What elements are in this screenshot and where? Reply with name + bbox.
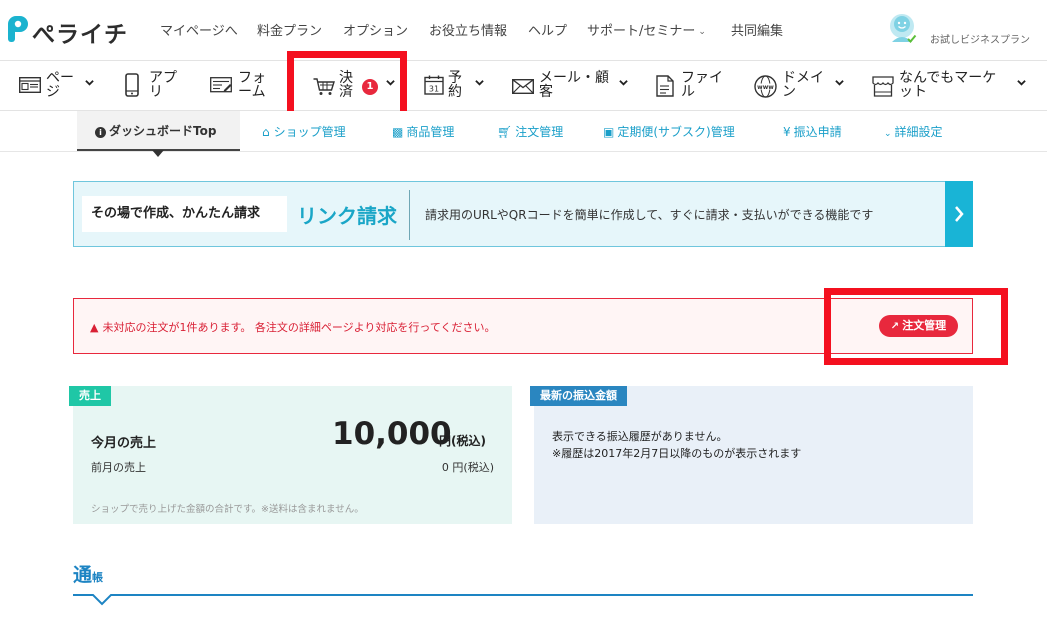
this-month-sales-unit: 円(税込) <box>439 434 486 448</box>
file-icon <box>656 75 674 97</box>
nav-app[interactable]: アプリ <box>110 61 200 111</box>
subnav-dashboard-top[interactable]: i ダッシュボードTop <box>77 111 240 151</box>
nav-file-label: ファイル <box>681 70 723 100</box>
subnav-transfer[interactable]: ¥ 振込申請 <box>783 123 842 140</box>
passbook-underline <box>73 594 973 596</box>
chevron-down-icon <box>475 80 484 86</box>
globe-icon: www <box>754 75 777 98</box>
nav-form[interactable]: フォーム <box>200 61 295 111</box>
nav-app-label: アプリ <box>149 70 177 100</box>
banner-lead: その場で作成、かんたん請求 <box>82 196 287 232</box>
heading-notch <box>92 594 112 606</box>
nav-domain[interactable]: www ドメイン <box>738 61 858 111</box>
mail-icon <box>512 79 534 94</box>
subnav-orders-label: 注文管理 <box>515 125 564 139</box>
avatar[interactable] <box>886 12 918 44</box>
globe-text: www <box>757 84 774 91</box>
chevron-down-icon: ⌄ <box>698 27 706 37</box>
nav-domain-label: ドメイン <box>782 70 824 100</box>
this-month-sales-value: 10,000 <box>332 416 452 452</box>
sales-note: ショップで売り上げた金額の合計です。※送料は含まれません。 <box>91 504 364 515</box>
nav-market-label: なんでもマーケット <box>899 70 997 100</box>
highlight-box-order-button <box>824 288 1008 365</box>
chevron-right-icon <box>955 206 964 222</box>
nav-mail-customer[interactable]: メール・顧客 <box>498 61 638 111</box>
chevron-down-icon: ⌄ <box>884 129 892 139</box>
sales-tag: 売上 <box>69 386 111 406</box>
logo-text[interactable]: ぺライチ <box>32 15 128 49</box>
sales-card: 売上 今月の売上 10,000 円(税込) 前月の売上 0 円(税込) ショップ… <box>69 386 512 524</box>
topnav-options[interactable]: オプション <box>343 20 408 39</box>
passbook-heading-small: 帳 <box>92 571 104 584</box>
top-header: ぺライチ マイページへ 料金プラン オプション お役立ち情報 ヘルプ サポート/… <box>0 0 1047 60</box>
banner-description: 請求用のURLやQRコードを簡単に作成して、すぐに請求・支払いができる機能です <box>425 208 874 222</box>
nav-reserve[interactable]: 31 予約 <box>410 61 498 111</box>
link-invoice-banner[interactable]: その場で作成、かんたん請求 リンク請求 請求用のURLやQRコードを簡単に作成し… <box>73 181 973 247</box>
this-month-sales-label: 今月の売上 <box>91 436 157 451</box>
subnav-shop[interactable]: ⌂ ショップ管理 <box>262 123 346 140</box>
alert-message: ▲ 未対応の注文が1件あります。 各注文の詳細ページより対応を行ってください。 <box>90 319 496 335</box>
last-month-sales-label: 前月の売上 <box>91 461 146 474</box>
nav-page-label: ページ <box>46 70 74 100</box>
subnav-dashboard-label: i ダッシュボードTop <box>95 122 216 139</box>
transfer-empty-message: 表示できる振込履歴がありません。 <box>552 430 728 443</box>
chevron-down-icon <box>835 80 844 86</box>
subnav-transfer-label: 振込申請 <box>793 125 842 139</box>
subnav-shop-label: ショップ管理 <box>273 125 346 139</box>
topnav-pricing[interactable]: 料金プラン <box>257 20 322 39</box>
passbook-heading-big: 通 <box>73 564 93 586</box>
topnav-coedit[interactable]: 共同編集 <box>731 20 783 39</box>
subnav-orders[interactable]: 🛒︎ 注文管理 <box>497 123 563 140</box>
yen-icon: ¥ <box>783 125 791 139</box>
main-nav: ページ アプリ フォーム 決済 1 31 予約 メール・顧客 ファイル www … <box>0 60 1047 111</box>
shop-icon <box>872 76 894 97</box>
banner-title: リンク請求 <box>297 204 397 228</box>
nav-page[interactable]: ページ <box>0 61 110 111</box>
smartphone-icon <box>125 73 139 97</box>
cart-icon: 🛒︎ <box>497 125 513 139</box>
form-icon <box>210 77 232 93</box>
chevron-down-icon <box>619 80 628 86</box>
active-tab-arrow <box>152 150 164 157</box>
boxes-icon: ▩ <box>392 125 404 139</box>
chevron-down-icon <box>85 80 94 86</box>
subnav-products[interactable]: ▩ 商品管理 <box>392 123 454 140</box>
transfer-tag: 最新の振込金額 <box>530 386 627 406</box>
nav-mail-customer-label: メール・顧客 <box>539 70 609 100</box>
warning-icon: ▲ <box>90 321 99 334</box>
nav-reserve-label: 予約 <box>448 70 462 100</box>
topnav-support[interactable]: サポート/セミナー ⌄ <box>587 20 706 39</box>
subnav-settings[interactable]: ⌄ 詳細設定 <box>884 123 943 140</box>
alert-message-text: 未対応の注文が1件あります。 各注文の詳細ページより対応を行ってください。 <box>102 321 496 334</box>
banner-arrow-button[interactable] <box>945 181 973 247</box>
page-icon <box>19 77 41 93</box>
topnav-mypage[interactable]: マイページへ <box>160 20 238 39</box>
subnav-subscription[interactable]: ▣ 定期便(サブスク)管理 <box>603 123 735 140</box>
passbook-heading: 通帳 <box>73 560 103 587</box>
subnav-dashboard-text: ダッシュボードTop <box>109 124 217 138</box>
info-icon: i <box>95 127 106 138</box>
transfer-card: 最新の振込金額 表示できる振込履歴がありません。 ※履歴は2017年2月7日以降… <box>530 386 973 524</box>
topnav-tips[interactable]: お役立ち情報 <box>429 20 507 39</box>
nav-file[interactable]: ファイル <box>638 61 738 111</box>
chevron-down-icon <box>1017 80 1026 86</box>
banner-divider <box>409 190 410 240</box>
plan-label: お試しビジネスプラン <box>930 35 1030 46</box>
nav-form-label: フォーム <box>238 70 266 100</box>
subnav-settings-label: 詳細設定 <box>894 125 943 139</box>
truck-icon: ▣ <box>603 125 615 139</box>
transfer-history-note: ※履歴は2017年2月7日以降のものが表示されます <box>552 447 802 460</box>
topnav-help[interactable]: ヘルプ <box>528 20 567 39</box>
home-icon: ⌂ <box>262 125 270 139</box>
last-month-sales-value: 0 円(税込) <box>441 461 494 474</box>
nav-market[interactable]: なんでもマーケット <box>858 61 1047 111</box>
subnav-subscription-label: 定期便(サブスク)管理 <box>617 125 735 139</box>
calendar-icon: 31 <box>424 75 444 95</box>
topnav-support-label: サポート/セミナー <box>587 24 696 39</box>
logo-icon[interactable] <box>6 14 30 44</box>
calendar-day-text: 31 <box>429 85 439 94</box>
sub-nav: i ダッシュボードTop ⌂ ショップ管理 ▩ 商品管理 🛒︎ 注文管理 ▣ 定期便(サブ… <box>0 111 1047 152</box>
subnav-products-label: 商品管理 <box>406 125 455 139</box>
